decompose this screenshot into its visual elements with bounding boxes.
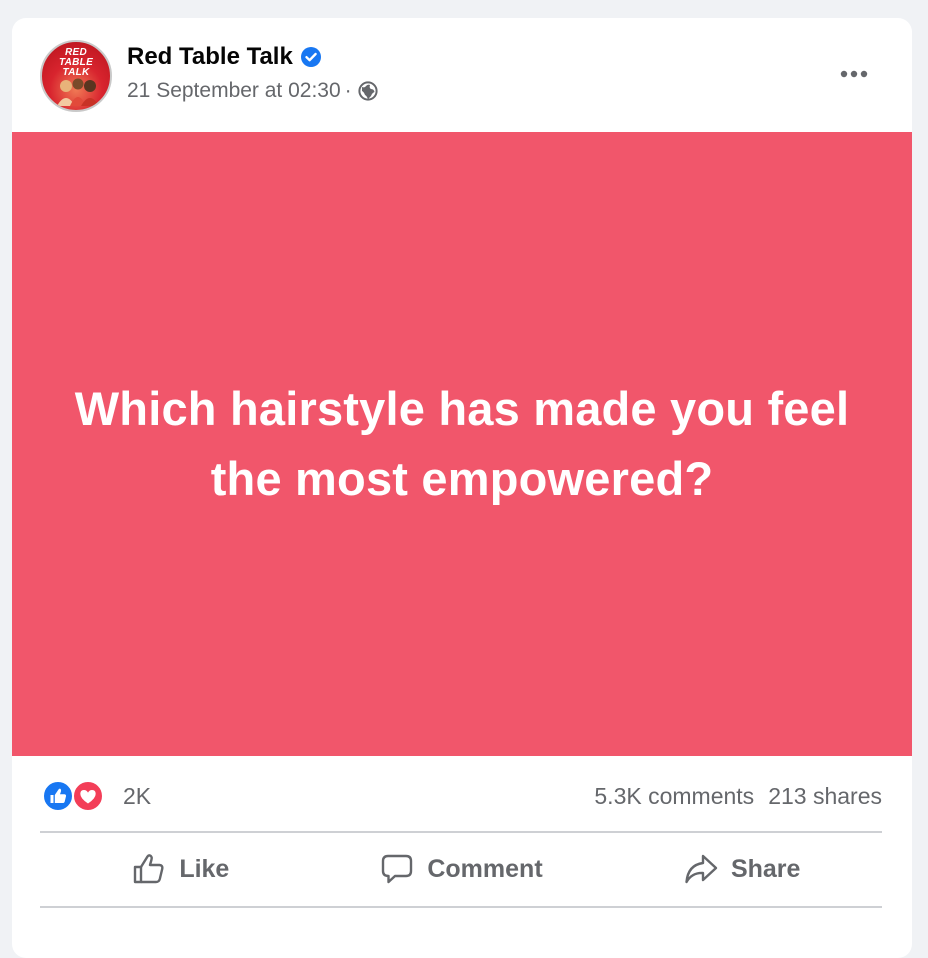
page-avatar[interactable]: RED TABLE TALK [40, 40, 112, 112]
globe-icon [358, 81, 378, 101]
post-timestamp[interactable]: 21 September at 02:30 [127, 78, 341, 104]
page-name-row: Red Table Talk [127, 42, 321, 72]
like-icon [134, 854, 164, 884]
post-header: RED TABLE TALK Red Table Talk 21 Septemb… [12, 18, 912, 132]
avatar-people-image [57, 78, 99, 106]
comments-count[interactable]: 5.3K comments [594, 781, 754, 811]
share-label: Share [730, 854, 801, 883]
comment-button[interactable]: Comment [321, 834, 602, 904]
avatar-logo: RED TABLE TALK [58, 47, 94, 78]
more-options-button[interactable] [836, 56, 872, 92]
shares-count[interactable]: 213 shares [768, 781, 882, 811]
reaction-icons[interactable] [42, 780, 114, 812]
post-content-background[interactable]: Which hairstyle has made you feel the mo… [12, 132, 912, 756]
love-reaction-icon [72, 780, 104, 812]
reactions-row: 2K 5.3K comments 213 shares [12, 778, 912, 814]
verified-badge-icon [300, 47, 321, 67]
page-name[interactable]: Red Table Talk [127, 42, 293, 72]
comments-shares: 5.3K comments 213 shares [594, 781, 882, 811]
divider-top [40, 831, 882, 833]
share-icon [685, 854, 718, 884]
like-reaction-icon [42, 780, 74, 812]
post-text: Which hairstyle has made you feel the mo… [74, 382, 850, 505]
action-bar: Like Comment Share [40, 834, 882, 904]
divider-bottom [40, 906, 882, 908]
post-meta: 21 September at 02:30 · [127, 78, 378, 104]
comment-label: Comment [427, 854, 543, 883]
reaction-count[interactable]: 2K [123, 781, 151, 811]
meta-separator: · [344, 79, 352, 102]
post-card: RED TABLE TALK Red Table Talk 21 Septemb… [12, 18, 912, 958]
share-button[interactable]: Share [601, 834, 882, 904]
like-label: Like [179, 854, 230, 883]
like-button[interactable]: Like [40, 834, 321, 904]
more-options-icon [840, 70, 868, 78]
comment-icon [382, 854, 413, 884]
